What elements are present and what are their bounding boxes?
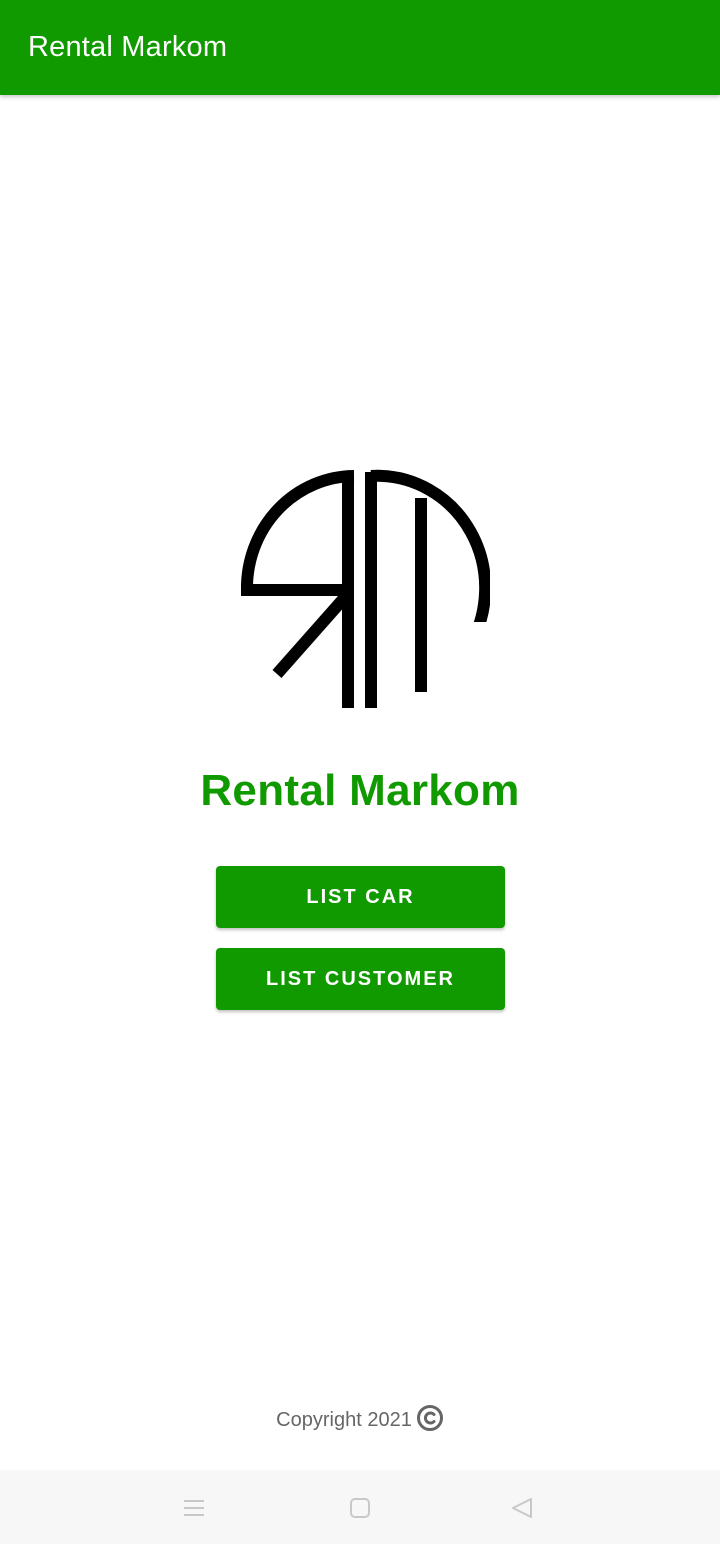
list-customer-button[interactable]: LIST CUSTOMER — [216, 948, 505, 1010]
brand-title: Rental Markom — [200, 766, 520, 815]
menu-icon[interactable] — [176, 1490, 212, 1526]
rm-monogram-logo — [230, 460, 492, 720]
copyright-text: Copyright 2021 — [276, 1408, 412, 1431]
list-car-button[interactable]: LIST CAR — [216, 866, 505, 928]
app-bar: Rental Markom — [0, 0, 720, 95]
copyright-icon — [416, 1404, 444, 1432]
back-triangle-icon[interactable] — [504, 1490, 540, 1526]
home-screen: Rental Markom Rental Markom LIST CAR LIS… — [0, 0, 720, 1544]
system-navigation-bar — [0, 1470, 720, 1544]
app-bar-title: Rental Markom — [28, 31, 228, 63]
home-square-icon[interactable] — [342, 1490, 378, 1526]
copyright-footer: Copyright 2021 — [0, 1404, 720, 1436]
